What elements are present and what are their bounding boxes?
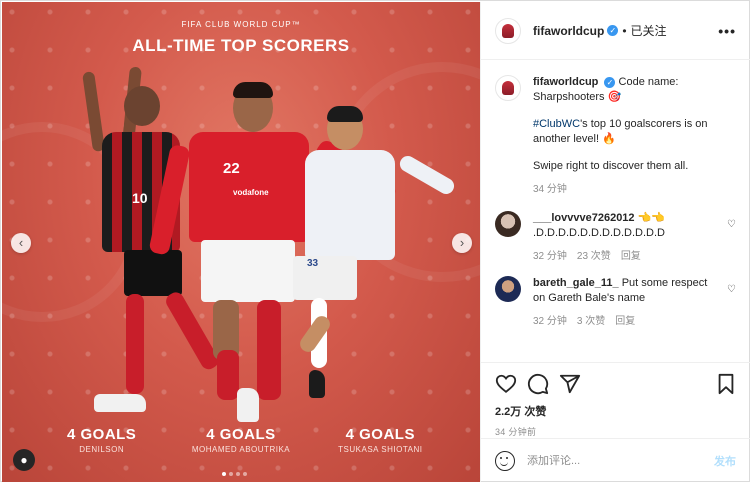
- avatar[interactable]: [495, 211, 521, 237]
- hashtag-link[interactable]: #ClubWC: [533, 118, 580, 130]
- media-headline: ALL-TIME TOP SCORERS: [132, 36, 350, 55]
- chevron-right-icon[interactable]: ›: [452, 233, 472, 253]
- action-bar: 2.2万 次赞 34 分钟前: [481, 362, 750, 438]
- goal-count: 4 GOALS: [66, 426, 137, 443]
- carousel-dot: [243, 472, 247, 476]
- chevron-left-icon[interactable]: ‹: [11, 233, 31, 253]
- heart-icon[interactable]: ♡: [727, 217, 736, 232]
- player-number: 22: [223, 160, 240, 177]
- post-sidebar: fifaworldcup ✓ • 已关注 ••• fifaworldcup ✓ …: [480, 2, 750, 482]
- post-comment-button[interactable]: 发布: [714, 453, 736, 469]
- scorer-name: MOHAMED ABOUTRIKA: [191, 445, 291, 454]
- carousel-dot: [236, 472, 240, 476]
- caption-time: 34 分钟: [533, 184, 567, 195]
- goal-count: 4 GOALS: [345, 426, 415, 443]
- caption-username[interactable]: fifaworldcup: [533, 76, 598, 88]
- avatar[interactable]: [495, 17, 521, 44]
- caption-line3: Swipe right to discover them all.: [533, 160, 689, 172]
- caption-meta: 34 分钟: [533, 182, 714, 197]
- header-username[interactable]: fifaworldcup: [533, 24, 604, 38]
- media-caption-top: FIFA CLUB WORLD CUP™: [181, 20, 301, 29]
- reply-button[interactable]: 回复: [621, 249, 641, 264]
- comment-likes[interactable]: 23 次赞: [577, 249, 611, 264]
- comments-section: fifaworldcup ✓ Code name: Sharpshooters …: [481, 61, 750, 361]
- scorers-row: 4 GOALS DENILSON 4 GOALS MOHAMED ABOUTRI…: [2, 426, 480, 454]
- post-media[interactable]: FIFA CLUB WORLD CUP™ ALL-TIME TOP SCORER…: [2, 2, 480, 482]
- comment-likes[interactable]: 3 次赞: [577, 314, 605, 329]
- comment-time: 32 分钟: [533, 251, 567, 262]
- more-icon[interactable]: •••: [718, 23, 736, 39]
- player-number: 10: [132, 190, 148, 206]
- user-tag-icon[interactable]: ●: [13, 449, 35, 471]
- scorer-card: 4 GOALS DENILSON: [37, 426, 167, 454]
- scorer-card: 4 GOALS TSUKASA SHIOTANI: [315, 426, 445, 454]
- emoji-icon[interactable]: [495, 450, 515, 471]
- player-shiotani: 33: [287, 106, 457, 408]
- add-comment-bar: 发布: [481, 438, 750, 482]
- posted-time[interactable]: 34 分钟前: [495, 425, 736, 438]
- heart-icon[interactable]: ♡: [727, 282, 736, 297]
- comment-time: 32 分钟: [533, 316, 567, 327]
- scorer-name: TSUKASA SHIOTANI: [338, 445, 423, 454]
- bookmark-icon[interactable]: [716, 373, 736, 395]
- carousel-dot: [229, 472, 233, 476]
- comment-item: bareth_gale_11_ Put some respect on Gare…: [495, 276, 736, 329]
- reply-button[interactable]: 回复: [615, 314, 635, 329]
- avatar[interactable]: [495, 75, 521, 101]
- comment-icon[interactable]: [527, 373, 549, 395]
- share-icon[interactable]: [559, 373, 581, 395]
- verified-icon: ✓: [604, 76, 616, 88]
- comment-item: ___lovvvve7262012 👈👈 .D.D.D.D.D.D.D.D.D.…: [495, 211, 736, 264]
- goal-count: 4 GOALS: [206, 426, 276, 443]
- player-number: 33: [307, 258, 319, 269]
- separator: •: [622, 23, 627, 38]
- comment-username[interactable]: ___lovvvve7262012: [533, 212, 635, 224]
- comment-meta: 32 分钟 23 次赞 回复: [533, 249, 714, 264]
- likes-count[interactable]: 2.2万 次赞: [495, 403, 736, 419]
- post-header: fifaworldcup ✓ • 已关注 •••: [481, 2, 750, 60]
- heart-icon[interactable]: [495, 373, 517, 395]
- avatar[interactable]: [495, 276, 521, 302]
- instagram-post-modal: FIFA CLUB WORLD CUP™ ALL-TIME TOP SCORER…: [0, 0, 750, 482]
- scorer-card: 4 GOALS MOHAMED ABOUTRIKA: [176, 426, 306, 454]
- comment-meta: 32 分钟 3 次赞 回复: [533, 314, 714, 329]
- comment-input[interactable]: [527, 454, 714, 467]
- carousel-dots: [222, 472, 247, 476]
- carousel-dot: [222, 472, 226, 476]
- scorer-name: DENILSON: [79, 445, 125, 454]
- comment-username[interactable]: bareth_gale_11_: [533, 277, 619, 289]
- sponsor-logo: vodafone: [233, 188, 269, 197]
- verified-icon: ✓: [607, 25, 619, 36]
- follow-button[interactable]: 已关注: [631, 22, 667, 39]
- caption-row: fifaworldcup ✓ Code name: Sharpshooters …: [495, 75, 736, 197]
